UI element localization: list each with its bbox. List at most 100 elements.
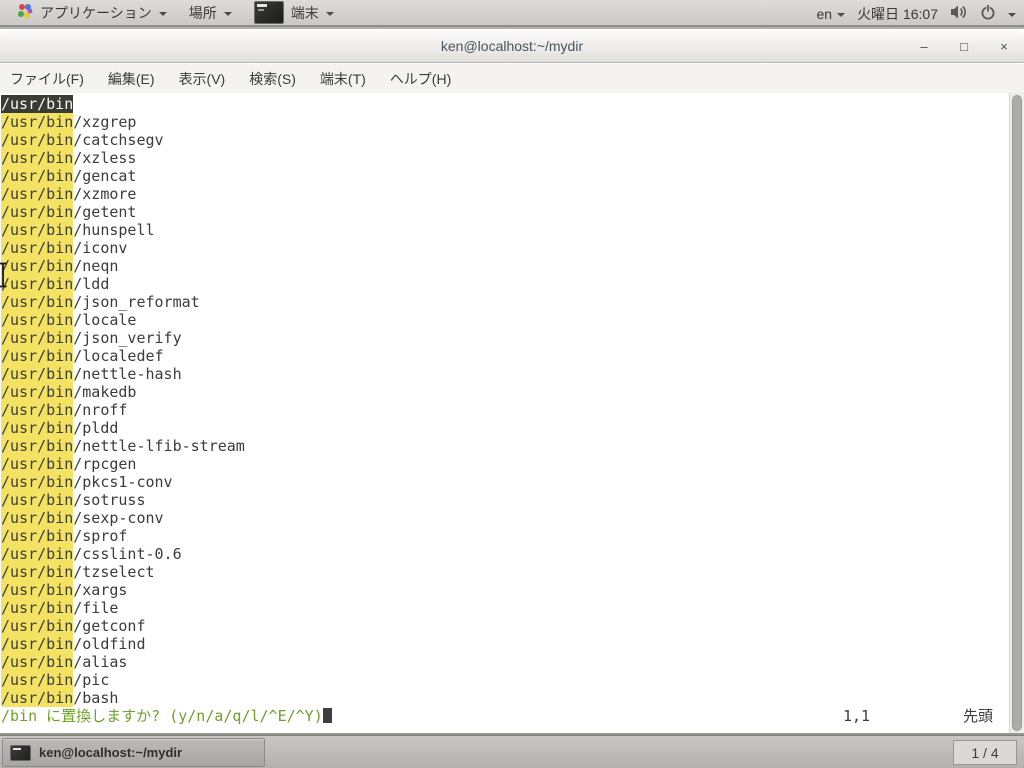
search-match-text: /usr/bin: [1, 257, 73, 275]
path-suffix-text: /nettle-hash: [73, 365, 181, 383]
terminal-line: /usr/bin/hunspell: [1, 221, 1024, 239]
path-suffix-text: /csslint-0.6: [73, 545, 181, 563]
window-controls: – □ ×: [916, 29, 1012, 63]
terminal-content[interactable]: /usr/bin/usr/bin/xzgrep/usr/bin/catchseg…: [0, 93, 1024, 733]
maximize-button[interactable]: □: [956, 39, 972, 54]
search-match-text: /usr/bin: [1, 149, 73, 167]
current-match-text: /usr/bin: [1, 95, 73, 113]
terminal-line: /usr/bin/getconf: [1, 617, 1024, 635]
menu-item[interactable]: 検索(S): [249, 69, 296, 89]
menu-item[interactable]: 編集(E): [108, 69, 155, 89]
terminal-line: /usr/bin/nettle-lfib-stream: [1, 437, 1024, 455]
path-suffix-text: /xzmore: [73, 185, 136, 203]
terminal-line: /usr/bin/bash: [1, 689, 1024, 707]
terminal-line: /usr/bin/csslint-0.6: [1, 545, 1024, 563]
terminal-line: /usr/bin/rpcgen: [1, 455, 1024, 473]
terminal-line: /usr/bin: [1, 95, 1024, 113]
search-match-text: /usr/bin: [1, 455, 73, 473]
close-button[interactable]: ×: [996, 39, 1012, 54]
menu-item[interactable]: 表示(V): [179, 69, 226, 89]
path-suffix-text: /sprof: [73, 527, 127, 545]
panel-left: アプリケーション 場所 端末: [0, 0, 345, 26]
terminal-line: /usr/bin/xzgrep: [1, 113, 1024, 131]
vim-ruler-position: 1,1: [843, 707, 870, 725]
keyboard-layout-label: en: [816, 6, 832, 22]
terminal-line: /usr/bin/json_reformat: [1, 293, 1024, 311]
places-menu-label: 場所: [189, 3, 217, 23]
search-match-text: /usr/bin: [1, 203, 73, 221]
menu-item[interactable]: 端末(T): [320, 69, 366, 89]
search-match-text: /usr/bin: [1, 293, 73, 311]
chevron-down-icon: [224, 12, 232, 16]
volume-icon[interactable]: [950, 4, 968, 23]
vim-scroll-position: 先頭: [963, 707, 993, 725]
terminal-menubar: ファイル(F) 編集(E) 表示(V) 検索(S) 端末(T) ヘルプ(H): [0, 64, 1024, 93]
terminal-line: /usr/bin/pldd: [1, 419, 1024, 437]
path-suffix-text: /catchsegv: [73, 131, 163, 149]
vim-confirm-prompt-row: /bin に置換しますか? (y/n/a/q/l/^E/^Y)1,1先頭: [1, 707, 1024, 725]
path-suffix-text: /nettle-lfib-stream: [73, 437, 245, 455]
search-match-text: /usr/bin: [1, 311, 73, 329]
path-suffix-text: /oldfind: [73, 635, 145, 653]
keyboard-layout-indicator[interactable]: en: [816, 6, 845, 22]
path-suffix-text: /alias: [73, 653, 127, 671]
workspace-switcher[interactable]: 1 / 4: [953, 740, 1017, 765]
search-match-text: /usr/bin: [1, 383, 73, 401]
search-match-text: /usr/bin: [1, 563, 73, 581]
search-match-text: /usr/bin: [1, 599, 73, 617]
terminal-line: /usr/bin/getent: [1, 203, 1024, 221]
terminal-line: /usr/bin/xzmore: [1, 185, 1024, 203]
search-match-text: /usr/bin: [1, 635, 73, 653]
chevron-down-icon: [837, 13, 845, 17]
path-suffix-text: /tzselect: [73, 563, 154, 581]
terminal-line: /usr/bin/sexp-conv: [1, 509, 1024, 527]
window-titlebar[interactable]: ken@localhost:~/mydir – □ ×: [0, 29, 1024, 63]
minimize-button[interactable]: –: [916, 39, 932, 54]
terminal-lines: /usr/bin/usr/bin/xzgrep/usr/bin/catchseg…: [0, 93, 1024, 725]
applications-menu[interactable]: アプリケーション: [6, 0, 178, 26]
top-panel: アプリケーション 場所 端末 en 火曜日 16:07: [0, 0, 1024, 27]
scrollbar[interactable]: [1009, 93, 1024, 733]
session-chevron-down-icon[interactable]: [1008, 13, 1016, 17]
path-suffix-text: /json_verify: [73, 329, 181, 347]
active-application-menu[interactable]: 端末: [243, 0, 345, 26]
path-suffix-text: /pkcs1-conv: [73, 473, 172, 491]
path-suffix-text: /hunspell: [73, 221, 154, 239]
terminal-line: /usr/bin/nroff: [1, 401, 1024, 419]
search-match-text: /usr/bin: [1, 473, 73, 491]
scrollbar-thumb[interactable]: [1012, 95, 1022, 731]
distributor-logo-icon: [17, 3, 33, 22]
terminal-line: /usr/bin/iconv: [1, 239, 1024, 257]
places-menu[interactable]: 場所: [178, 0, 243, 26]
window-list-item[interactable]: ken@localhost:~/mydir: [2, 738, 265, 767]
terminal-line: /usr/bin/json_verify: [1, 329, 1024, 347]
menu-item[interactable]: ヘルプ(H): [390, 69, 451, 89]
path-suffix-text: /ldd: [73, 275, 109, 293]
menu-item[interactable]: ファイル(F): [10, 69, 84, 89]
path-suffix-text: /rpcgen: [73, 455, 136, 473]
active-application-label: 端末: [291, 3, 319, 23]
search-match-text: /usr/bin: [1, 527, 73, 545]
applications-menu-label: アプリケーション: [40, 3, 152, 23]
search-match-text: /usr/bin: [1, 221, 73, 239]
terminal-window: ken@localhost:~/mydir – □ × ファイル(F) 編集(E)…: [0, 29, 1024, 735]
bottom-panel: ken@localhost:~/mydir 1 / 4: [0, 735, 1024, 768]
path-suffix-text: /xargs: [73, 581, 127, 599]
search-match-text: /usr/bin: [1, 131, 73, 149]
terminal-line: /usr/bin/catchsegv: [1, 131, 1024, 149]
terminal-line: /usr/bin/localedef: [1, 347, 1024, 365]
search-match-text: /usr/bin: [1, 329, 73, 347]
path-suffix-text: /localedef: [73, 347, 163, 365]
terminal-line: /usr/bin/gencat: [1, 167, 1024, 185]
power-icon[interactable]: [980, 4, 996, 23]
search-match-text: /usr/bin: [1, 167, 73, 185]
terminal-line: /usr/bin/oldfind: [1, 635, 1024, 653]
chevron-down-icon: [159, 12, 167, 16]
search-match-text: /usr/bin: [1, 491, 73, 509]
search-match-text: /usr/bin: [1, 347, 73, 365]
path-suffix-text: /nroff: [73, 401, 127, 419]
search-match-text: /usr/bin: [1, 509, 73, 527]
path-suffix-text: /getconf: [73, 617, 145, 635]
search-match-text: /usr/bin: [1, 419, 73, 437]
clock[interactable]: 火曜日 16:07: [857, 4, 938, 24]
